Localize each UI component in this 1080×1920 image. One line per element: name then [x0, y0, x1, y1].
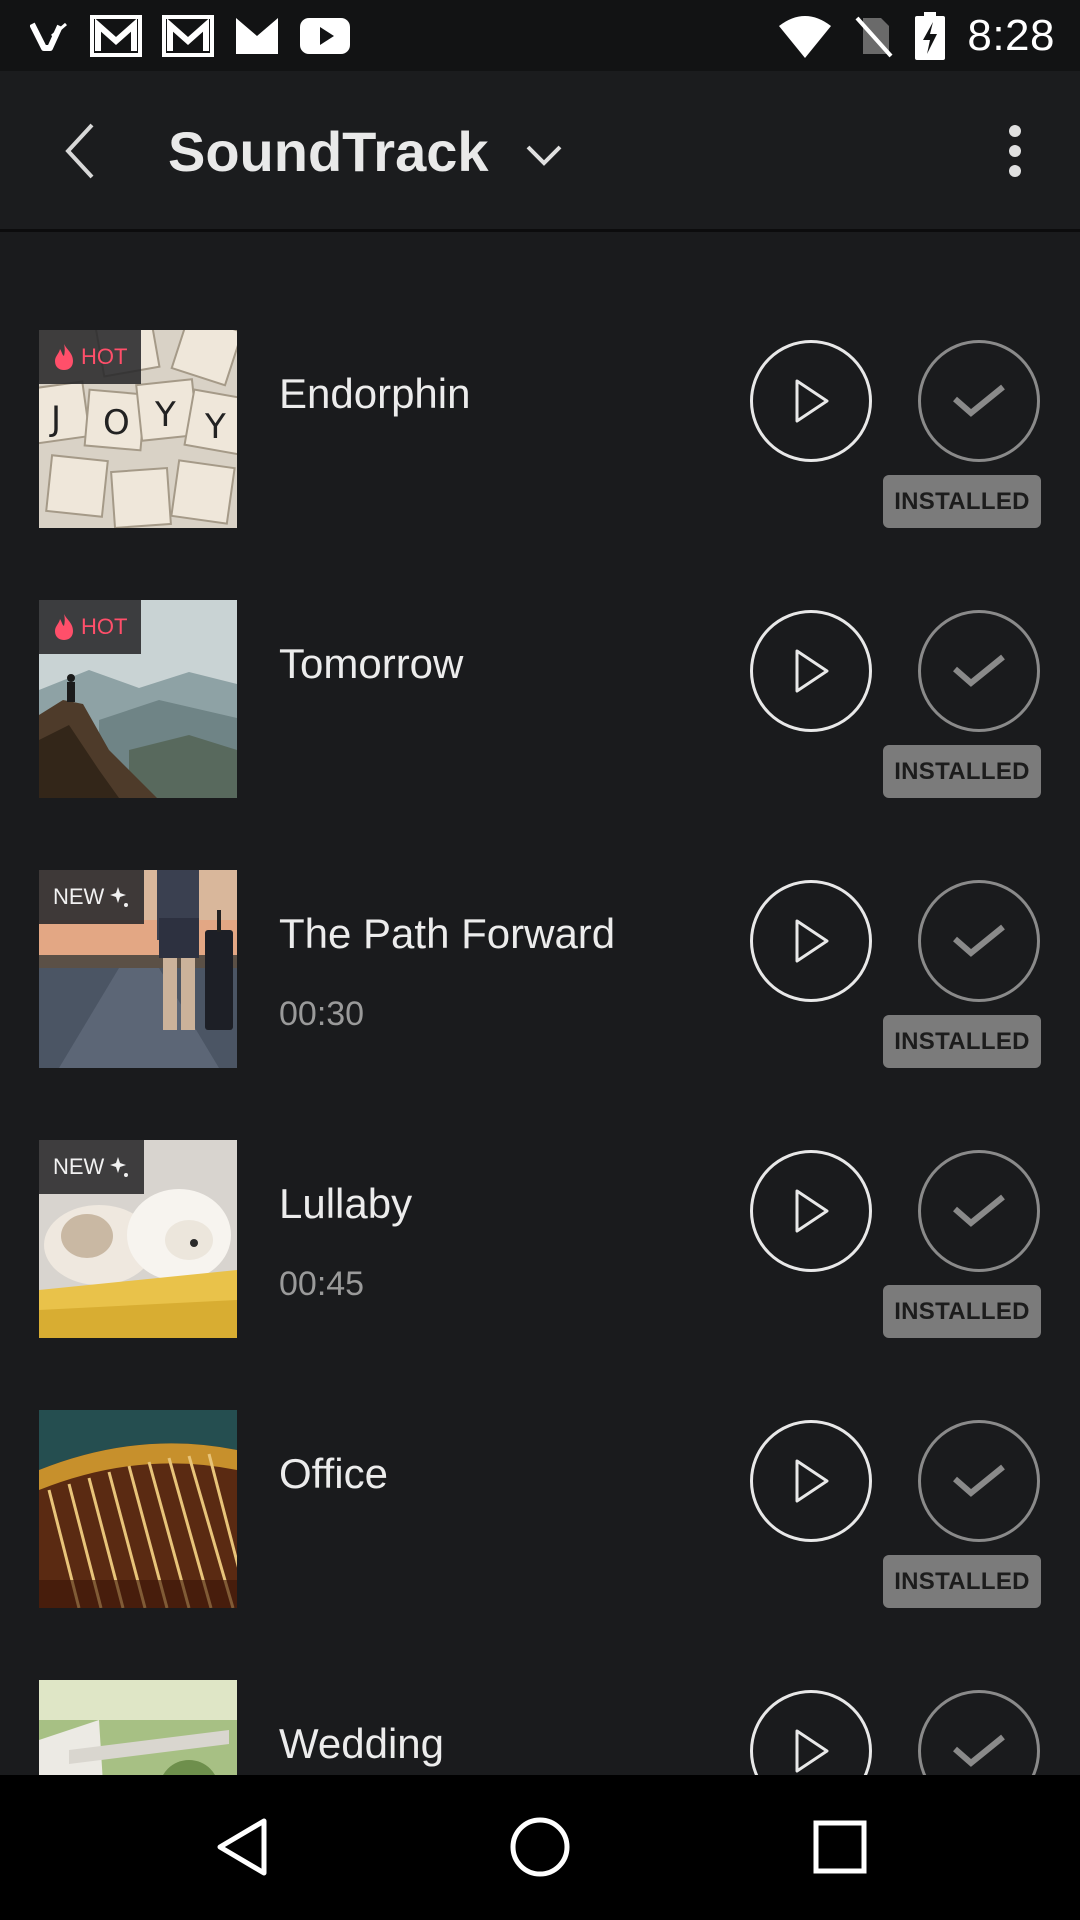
play-icon [795, 379, 829, 423]
play-icon [795, 1459, 829, 1503]
badge-label: HOT [81, 344, 128, 369]
navigation-bar [0, 1775, 1080, 1920]
badge-label: HOT [81, 614, 128, 639]
title-dropdown-button[interactable] [518, 129, 570, 181]
track-thumbnail [39, 1680, 237, 1775]
track-duration: 00:45 [279, 1265, 365, 1303]
select-button[interactable] [918, 1150, 1040, 1272]
recents-square-icon [813, 1820, 867, 1874]
sparkle-icon [110, 887, 129, 907]
flame-icon [55, 614, 73, 640]
flame-icon [55, 344, 73, 370]
track-row-lullaby[interactable]: NEW Lullaby 00:45 INSTALLED [0, 1140, 1080, 1410]
gmail-icon [236, 18, 278, 54]
select-button[interactable] [918, 1420, 1040, 1542]
svg-text:Y: Y [154, 395, 176, 435]
battery-charging-icon [915, 12, 946, 60]
harp-strings-image [39, 1410, 237, 1608]
play-icon [795, 649, 829, 693]
select-button[interactable] [918, 1690, 1040, 1775]
track-title: Wedding [279, 1720, 445, 1767]
gmail-icon [162, 15, 214, 57]
track-thumbnail: NEW [39, 870, 237, 1068]
track-row-tomorrow[interactable]: HOT Tomorrow INSTALLED [0, 600, 1080, 870]
play-button[interactable] [750, 880, 872, 1002]
track-title: Office [279, 1450, 388, 1497]
nav-home-button[interactable] [480, 1795, 600, 1899]
chevron-down-icon [526, 145, 562, 166]
svg-text:J: J [49, 399, 61, 439]
play-button[interactable] [750, 1150, 872, 1272]
track-row-the-path-forward[interactable]: NEW The Path Forward 00:30 INSTALLED [0, 870, 1080, 1140]
play-button[interactable] [750, 1690, 872, 1775]
track-list[interactable]: J O Y Y HOT Endorphin INSTALLED HOT Tomo… [0, 232, 1080, 1775]
track-row-office[interactable]: Office INSTALLED [0, 1410, 1080, 1680]
installed-badge: INSTALLED [883, 1015, 1041, 1068]
badge-label: NEW [53, 884, 105, 909]
garden-bench-image [39, 1680, 237, 1775]
badge-hot: HOT [39, 600, 142, 654]
check-icon [953, 654, 1005, 687]
badge-hot: HOT [39, 330, 142, 384]
check-icon [953, 924, 1005, 957]
track-thumbnail: HOT [39, 600, 237, 798]
installed-badge: INSTALLED [883, 1285, 1041, 1338]
v-app-icon [30, 22, 67, 51]
chevron-left-icon [65, 123, 94, 179]
svg-text:O: O [103, 403, 130, 443]
no-sim-icon [855, 16, 893, 58]
check-icon [953, 1194, 1005, 1227]
track-row-endorphin[interactable]: J O Y Y HOT Endorphin INSTALLED [0, 330, 1080, 600]
track-thumbnail: NEW [39, 1140, 237, 1338]
select-button[interactable] [918, 880, 1040, 1002]
installed-badge: INSTALLED [883, 745, 1041, 798]
play-button[interactable] [750, 610, 872, 732]
sparkle-icon [110, 1157, 129, 1177]
badge-new: NEW [39, 1140, 145, 1194]
track-thumbnail: J O Y Y HOT [39, 330, 237, 528]
youtube-icon [300, 18, 350, 54]
page-title[interactable]: SoundTrack [168, 119, 489, 184]
installed-badge: INSTALLED [883, 1555, 1041, 1608]
app-bar: SoundTrack [0, 71, 1080, 232]
wifi-icon [779, 16, 832, 58]
track-title: The Path Forward [279, 910, 616, 957]
gmail-icon [90, 15, 142, 57]
track-title: Endorphin [279, 370, 471, 417]
track-title: Lullaby [279, 1180, 413, 1227]
play-button[interactable] [750, 340, 872, 462]
system-icons: 8:28 [777, 10, 1055, 62]
svg-text:Y: Y [204, 407, 226, 447]
track-thumbnail [39, 1410, 237, 1608]
play-icon [795, 1729, 829, 1773]
more-vert-icon [1009, 125, 1021, 177]
status-bar: 8:28 [0, 0, 1080, 71]
select-button[interactable] [918, 610, 1040, 732]
track-duration: 00:30 [279, 995, 365, 1033]
check-icon [953, 1734, 1005, 1767]
check-icon [953, 1464, 1005, 1497]
notification-icons [30, 14, 350, 58]
play-icon [795, 919, 829, 963]
badge-new: NEW [39, 870, 145, 924]
nav-recents-button[interactable] [780, 1795, 900, 1899]
back-triangle-icon [217, 1818, 267, 1876]
select-button[interactable] [918, 340, 1040, 462]
nav-back-button[interactable] [182, 1795, 302, 1899]
installed-badge: INSTALLED [883, 475, 1041, 528]
check-icon [953, 384, 1005, 417]
play-button[interactable] [750, 1420, 872, 1542]
track-row-wedding[interactable]: Wedding [0, 1680, 1080, 1775]
back-button[interactable] [40, 109, 120, 193]
badge-label: NEW [53, 1154, 105, 1179]
clock: 8:28 [967, 11, 1055, 60]
home-circle-icon [510, 1817, 570, 1877]
more-options-button[interactable] [980, 111, 1050, 191]
play-icon [795, 1189, 829, 1233]
track-title: Tomorrow [279, 640, 464, 687]
